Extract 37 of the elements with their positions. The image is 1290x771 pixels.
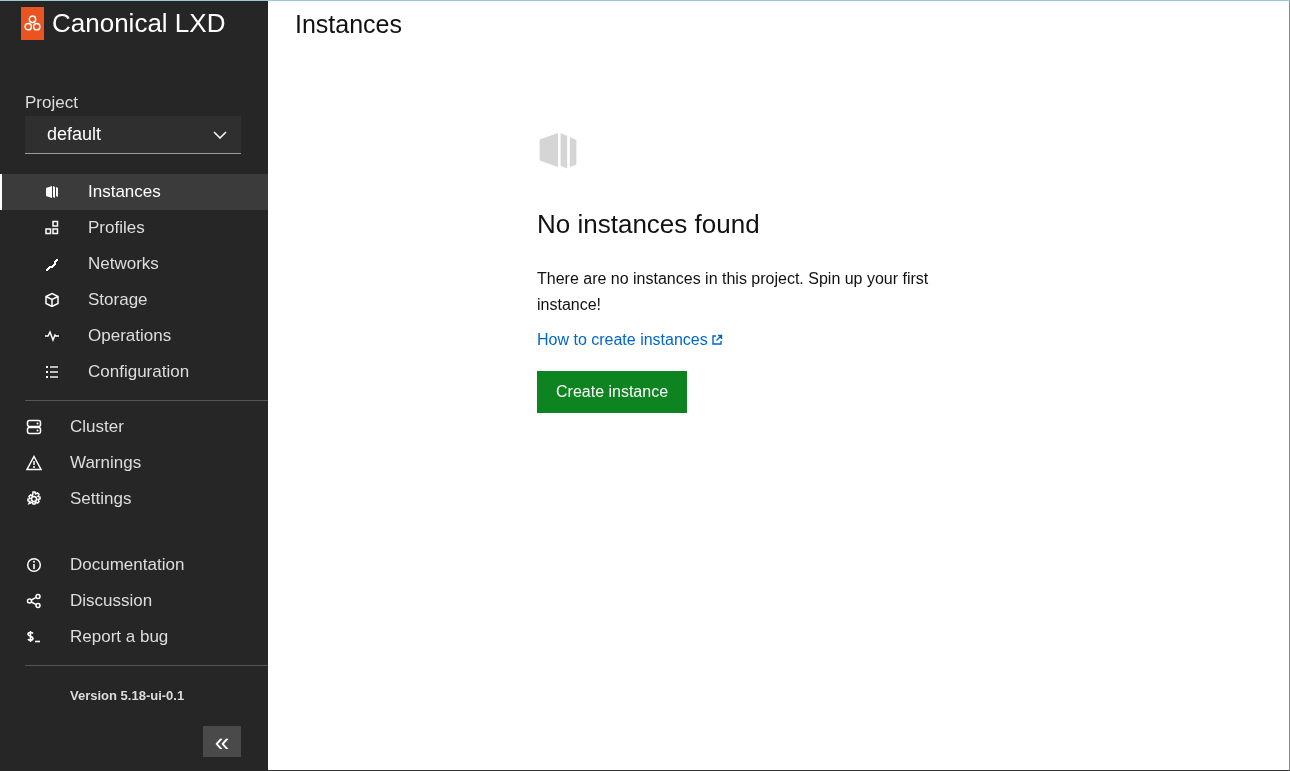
nav-item[interactable]: Instances [0,174,268,210]
nav-icon [26,593,42,609]
nav-item[interactable]: Configuration [0,354,268,390]
chevron-down-icon [213,130,227,139]
nav-icon [26,629,42,645]
nav-item[interactable]: Operations [0,318,268,354]
nav-icon [44,328,60,344]
nav-item[interactable]: Settings [0,481,268,517]
nav-item[interactable]: Warnings [0,445,268,481]
nav-icon [44,184,60,200]
version-text: Version 5.18-ui-0.1 [69,687,186,703]
create-instance-button[interactable]: Create instance [537,371,688,413]
nav-item[interactable]: Profiles [0,210,268,246]
project-select[interactable]: default [25,116,241,154]
page-title: Instances [294,9,403,39]
nav-icon [26,419,42,435]
nav-item[interactable]: Networks [0,246,268,282]
empty-state-message: There are no instances in this project. Spin up your first instance! [537,269,930,315]
nav-item[interactable]: Storage [0,282,268,318]
nav-icon [26,455,42,471]
nav-item[interactable]: Discussion [0,583,268,619]
app-title: Canonical LXD [52,7,226,39]
nav-item[interactable]: Documentation [0,547,268,583]
logo-icon [21,6,44,40]
nav-icon [44,364,60,380]
nav-icon [44,256,60,272]
nav-item[interactable]: Report a bug [0,619,268,655]
docs-link[interactable]: How to create instances [537,331,723,349]
nav-icon [26,491,42,507]
empty-state-heading: No instances found [537,209,760,240]
collapse-button[interactable]: « [203,726,241,757]
nav-icon [44,220,60,236]
nav-icon [26,557,42,573]
nav-icon [44,292,60,308]
project-label: Project [25,93,79,113]
nav-item[interactable]: Cluster [0,409,268,445]
external-link-icon [710,334,723,346]
